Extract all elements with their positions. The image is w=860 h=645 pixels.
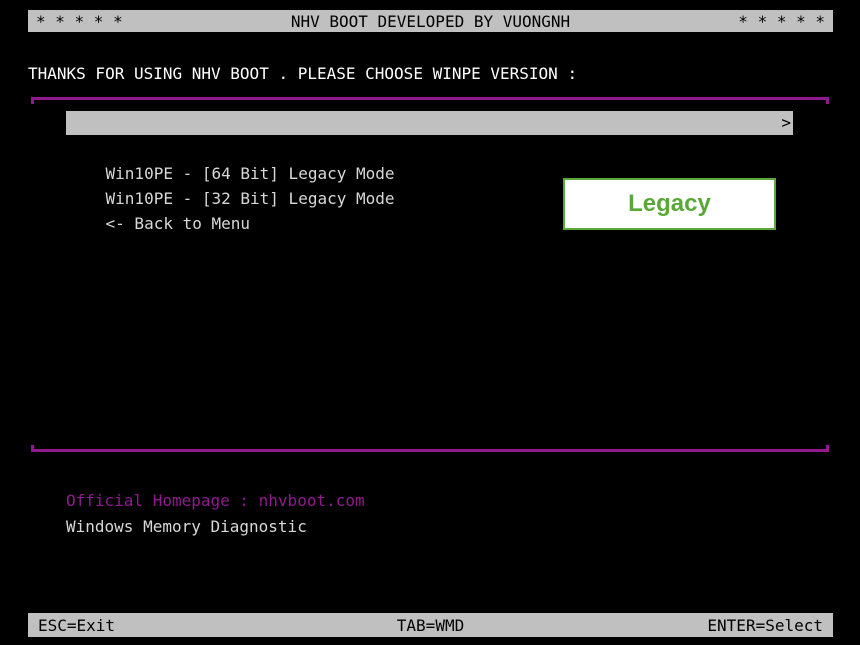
header-bar: * * * * * NHV BOOT DEVELOPED BY VUONGNH …: [28, 10, 833, 32]
status-bar: ESC=Exit TAB=WMD ENTER=Select: [28, 613, 833, 637]
version-prompt: THANKS FOR USING NHV BOOT . PLEASE CHOOS…: [28, 64, 578, 83]
frame-corner-tl: [31, 97, 34, 104]
menu-item-win11pe-64[interactable]: Win11PE - [64 Bit] Legacy Mode >: [66, 111, 793, 156]
menu-item-label: <- Back to Menu: [105, 214, 251, 233]
legacy-badge: Legacy: [563, 178, 776, 230]
frame-corner-br: [826, 445, 829, 452]
frame-corner-bl: [31, 445, 34, 452]
menu-frame-top: [31, 97, 829, 100]
homepage-link[interactable]: Official Homepage : nhvboot.com: [66, 490, 365, 512]
frame-corner-tr: [826, 97, 829, 104]
header-title: NHV BOOT DEVELOPED BY VUONGNH: [290, 12, 571, 31]
memory-diagnostic-item[interactable]: Windows Memory Diagnostic: [66, 516, 307, 538]
menu-frame-bottom: [31, 449, 829, 452]
menu-item-win10pe-64[interactable]: Win10PE - [64 Bit] Legacy Mode: [66, 136, 793, 183]
enter-hint: ENTER=Select: [707, 616, 823, 635]
selected-arrow-icon: >: [781, 113, 791, 132]
header-stars-right: * * * * *: [738, 12, 825, 31]
